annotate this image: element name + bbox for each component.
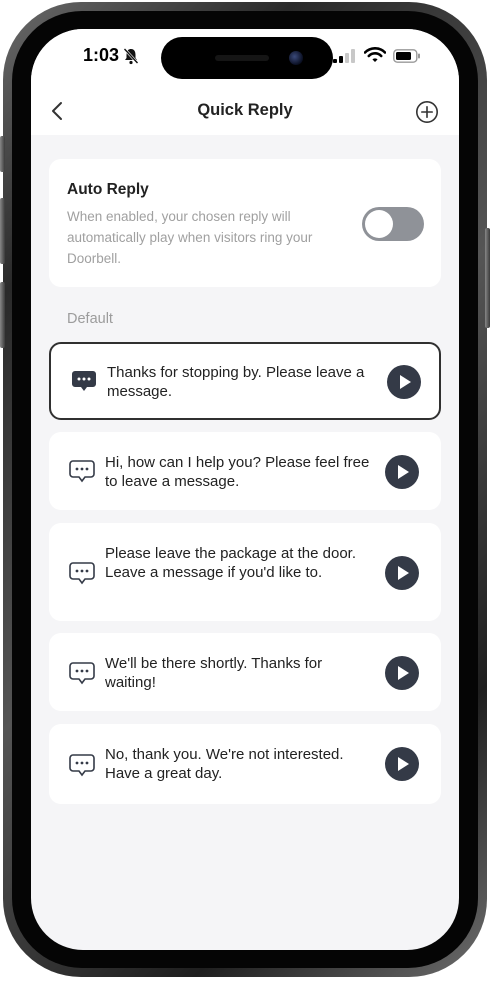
battery-icon — [393, 49, 420, 63]
volume-down-button — [0, 282, 5, 348]
status-bar: 1:03 — [31, 29, 459, 87]
plus-circle-icon[interactable] — [415, 100, 439, 124]
message-bubble-icon — [69, 562, 95, 585]
auto-reply-title: Auto Reply — [67, 181, 149, 198]
bell-slash-icon — [123, 48, 139, 65]
quick-reply-item[interactable]: Hi, how can I help you? Please feel free… — [49, 432, 441, 510]
navigation-bar: Quick Reply — [31, 87, 459, 135]
side-button — [0, 136, 5, 172]
message-bubble-icon — [69, 754, 95, 777]
quick-reply-item[interactable]: Please leave the package at the door. Le… — [49, 523, 441, 621]
screen: 1:03 Quick Reply Auto Reply When enabled… — [31, 29, 459, 950]
cellular-signal-icon — [333, 49, 355, 63]
play-button[interactable] — [385, 656, 419, 690]
auto-reply-toggle[interactable] — [362, 207, 424, 241]
speaker-grille — [215, 55, 269, 61]
section-label-default: Default — [67, 311, 113, 327]
play-button[interactable] — [387, 365, 421, 399]
dynamic-island — [161, 37, 333, 79]
power-button — [485, 228, 490, 328]
auto-reply-card: Auto Reply When enabled, your chosen rep… — [49, 159, 441, 287]
quick-reply-text: Hi, how can I help you? Please feel free… — [105, 454, 370, 490]
message-bubble-icon — [72, 371, 96, 391]
play-icon — [398, 666, 409, 680]
play-button[interactable] — [385, 747, 419, 781]
quick-reply-item[interactable]: No, thank you. We're not interested. Hav… — [49, 724, 441, 804]
quick-reply-text: Thanks for stopping by. Please leave a m… — [107, 364, 365, 400]
wifi-icon — [364, 47, 386, 62]
play-icon — [400, 375, 411, 389]
play-icon — [398, 757, 409, 771]
message-bubble-icon — [69, 662, 95, 685]
play-icon — [398, 566, 409, 580]
quick-reply-item[interactable]: Thanks for stopping by. Please leave a m… — [49, 342, 441, 420]
quick-reply-item[interactable]: We'll be there shortly. Thanks for waiti… — [49, 633, 441, 711]
page-title: Quick Reply — [197, 101, 293, 119]
volume-up-button — [0, 198, 5, 264]
front-camera — [289, 51, 303, 65]
message-bubble-icon — [69, 460, 95, 483]
quick-reply-text: We'll be there shortly. Thanks for waiti… — [105, 655, 323, 691]
play-button[interactable] — [385, 455, 419, 489]
quick-reply-text: Please leave the package at the door. Le… — [105, 545, 357, 581]
quick-reply-text: No, thank you. We're not interested. Hav… — [105, 746, 344, 782]
auto-reply-description: When enabled, your chosen reply will aut… — [67, 209, 313, 266]
status-time: 1:03 — [83, 45, 120, 65]
toggle-knob — [365, 210, 393, 238]
play-button[interactable] — [385, 556, 419, 590]
play-icon — [398, 465, 409, 479]
